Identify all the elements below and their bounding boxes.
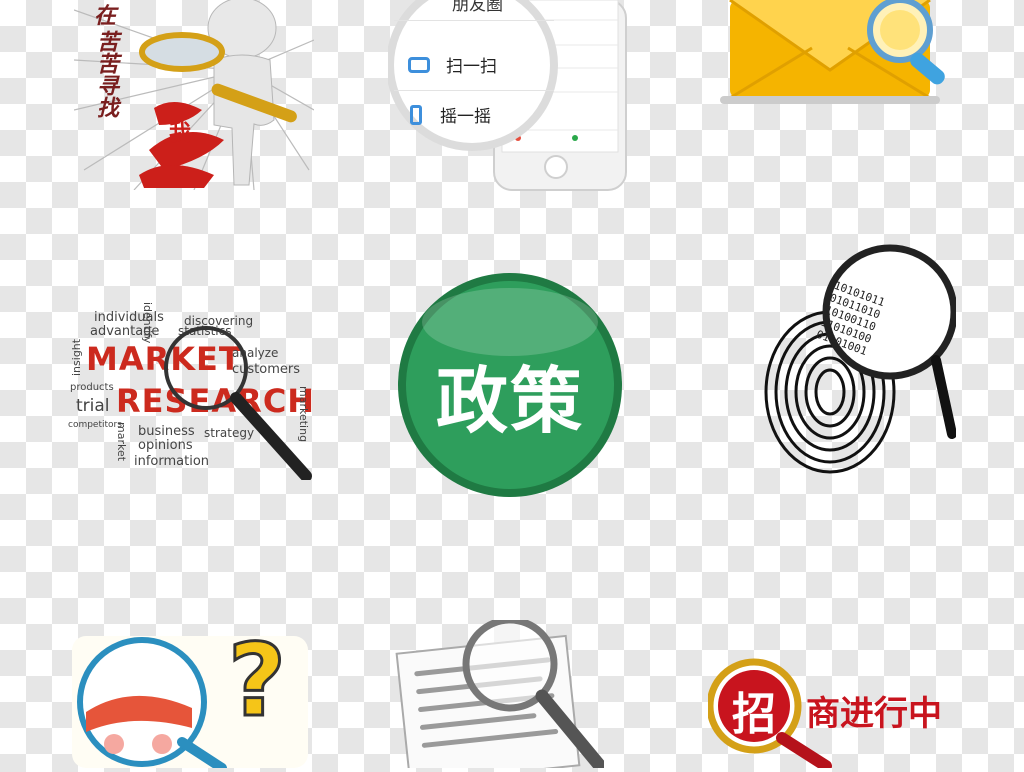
scan-label: 扫一扫: [446, 57, 497, 77]
menu-item-shake[interactable]: 摇一摇: [410, 102, 491, 127]
scan-icon: [408, 56, 430, 73]
magnifier-icon: [164, 326, 312, 480]
red-graffiti-text: 我: [169, 121, 191, 146]
vertical-text-rest: 苦苦寻找: [93, 30, 119, 118]
market-research-wordcloud: individuals advantage discovering statis…: [66, 288, 316, 480]
policy-badge: 政策: [390, 272, 630, 498]
recruit-char: 招: [732, 689, 776, 740]
phone-home-button: [544, 155, 568, 179]
shake-icon: [410, 104, 422, 125]
fingerprint-illustration: 10101011 01011010 10100110 11010100 0110…: [760, 242, 958, 478]
mail-search-illustration: [712, 0, 957, 110]
vertical-search-text: 在 苦苦寻找: [92, 2, 119, 118]
phone-menu-illustration: 朋友圈 扫一扫 摇一摇: [386, 0, 633, 192]
menu-item-scan[interactable]: 扫一扫: [408, 52, 497, 77]
moments-label: 朋友圈: [452, 0, 503, 15]
cartoon-girl-illustration: ?: [72, 621, 312, 772]
policy-text: 政策: [435, 359, 584, 443]
vertical-text-first-char: 在: [93, 3, 116, 29]
search-figure-illustration: 我 在 苦苦寻找: [73, 0, 315, 191]
shake-label: 摇一摇: [440, 107, 491, 127]
recruiting-badge: 招 商进行中: [706, 656, 956, 772]
recruit-text: 商进行中: [806, 694, 942, 734]
menu-item-moments[interactable]: 朋友圈: [452, 0, 503, 15]
document-search-illustration: [392, 616, 607, 772]
question-mark: ?: [226, 621, 287, 741]
